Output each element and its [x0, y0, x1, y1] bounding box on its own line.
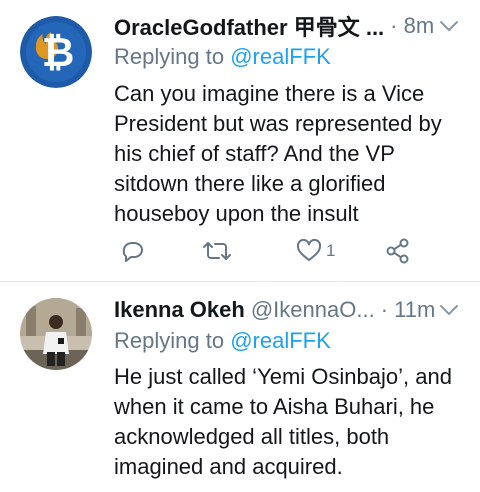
chevron-down-icon[interactable]	[438, 299, 460, 321]
like-count: 1	[326, 241, 336, 260]
share-icon	[386, 238, 409, 264]
reply-prefix: Replying to	[114, 328, 231, 353]
reply-context: Replying to @realFFK	[114, 328, 331, 354]
tweet-actions: 1	[114, 234, 414, 268]
tweet-text: Can you imagine there is a Vice Presiden…	[114, 81, 442, 226]
reply-prefix: Replying to	[114, 44, 231, 69]
profile-photo-icon	[20, 298, 92, 370]
mention-link[interactable]: @realFFK	[230, 328, 331, 353]
retweet-button[interactable]	[202, 234, 232, 268]
tweet-text: He just called ‘Yemi Osinbajo’, and when…	[114, 364, 452, 479]
bitcoin-logo-icon: ₿	[20, 16, 92, 88]
display-name[interactable]: Ikenna Okeh	[114, 297, 245, 323]
timestamp: · 11m	[380, 297, 436, 322]
mention-link[interactable]: @realFFK	[230, 44, 331, 69]
share-button[interactable]	[384, 234, 412, 268]
user-handle[interactable]: @IkennaO...	[251, 297, 375, 323]
timestamp: · 8m	[390, 13, 435, 38]
tweet-header: Ikenna Okeh @IkennaO... · 11m	[114, 295, 460, 325]
avatar[interactable]: ₿	[20, 16, 92, 88]
reply-context: Replying to @realFFK	[114, 44, 331, 70]
heart-icon	[296, 238, 322, 261]
svg-text:₿: ₿	[42, 31, 75, 75]
like-button[interactable]: 1	[296, 234, 335, 268]
tweet-header: OracleGodfather 甲骨文 ... · 8m	[114, 11, 460, 41]
reply-icon	[122, 242, 143, 262]
avatar[interactable]	[20, 298, 92, 370]
tweet[interactable]: ₿ OracleGodfather 甲骨文 ... · 8m Replying …	[0, 0, 480, 282]
tweet[interactable]: Ikenna Okeh @IkennaO... · 11m Replying t…	[0, 282, 480, 492]
reply-button[interactable]	[118, 234, 146, 268]
chevron-down-icon[interactable]	[438, 15, 460, 37]
display-name[interactable]: OracleGodfather 甲骨文 ...	[114, 10, 384, 42]
retweet-icon	[203, 242, 231, 260]
